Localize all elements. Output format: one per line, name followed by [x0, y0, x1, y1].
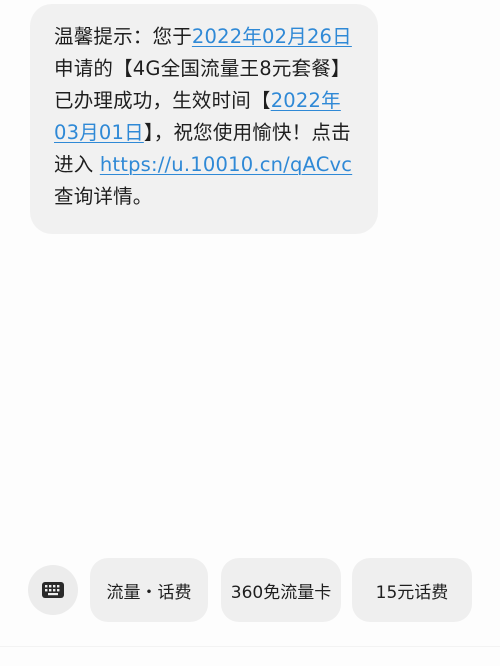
date-link-apply[interactable]: 2022年02月26日 — [192, 25, 352, 48]
sms-message-text: 温馨提示：您于2022年02月26日 申请的【4G全国流量王8元套餐】 已办理成… — [54, 21, 364, 213]
message-line3-prefix: 已办理成功，生效时间【 — [54, 89, 271, 112]
quick-reply-chip-data-fee[interactable]: 流量・话费 — [90, 558, 208, 622]
quick-reply-chip-360-card[interactable]: 360免流量卡 — [221, 558, 341, 622]
date-link-effective-part2[interactable]: 03月01日 — [54, 121, 144, 144]
message-line4-suffix: 】，祝您使用愉快！点击 — [143, 121, 351, 144]
url-link[interactable]: https://u.10010.cn/qACvc — [100, 153, 352, 176]
date-link-effective-part1[interactable]: 2022年 — [271, 89, 341, 112]
sms-message-bubble: 温馨提示：您于2022年02月26日 申请的【4G全国流量王8元套餐】 已办理成… — [30, 4, 378, 234]
quick-reply-chip-15-yuan[interactable]: 15元话费 — [352, 558, 472, 622]
quick-reply-bar: 流量・话费 360免流量卡 15元话费 — [0, 548, 500, 636]
message-line6: 查询详情。 — [54, 185, 153, 208]
keyboard-icon — [42, 582, 64, 598]
message-line2: 申请的【4G全国流量王8元套餐】 — [54, 57, 351, 80]
message-line5-prefix: 进入 — [54, 153, 100, 176]
bottom-divider — [0, 646, 500, 647]
message-line1-prefix: 温馨提示：您于 — [54, 25, 192, 48]
keyboard-toggle-button[interactable] — [28, 565, 78, 615]
